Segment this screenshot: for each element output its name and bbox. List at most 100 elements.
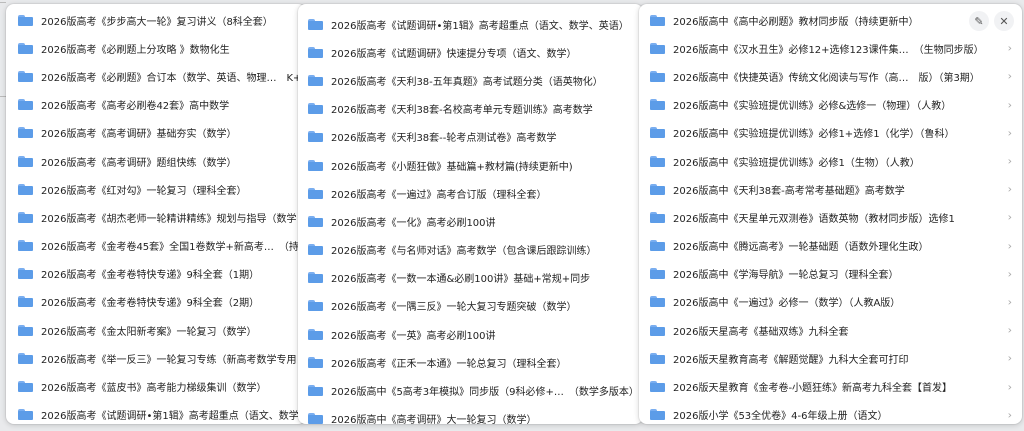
folder-icon [18, 296, 33, 308]
chevron-right-icon: › [1007, 154, 1012, 168]
pencil-icon: ✎ [974, 14, 984, 28]
folder-icon [18, 352, 33, 364]
folder-item[interactable]: 2026版高中《腾远高考》一轮基础题（语数外理化生政） › [639, 232, 1022, 260]
folder-item[interactable]: 2026版高考《高考必刷卷42套》高中数学 [6, 91, 306, 119]
folder-item[interactable]: 2026版高考《金太阳新考案》一轮复习（数学） [6, 316, 306, 344]
close-button[interactable]: ✕ [994, 11, 1014, 31]
folder-item-label: 2026版高中《天利38套-高考常考基础题》高考数学 [673, 185, 905, 197]
folder-item-label: 2026版高考《金考卷特快专递》9科全套（1期） [41, 270, 260, 282]
folder-item[interactable]: 2026版高中《快捷英语》传统文化阅读与写作（高… 版）（第3期） › [639, 62, 1022, 90]
folder-item[interactable]: 2026版高考《试题调研•第1辑》高考超重点（语文、数学、英语） [298, 10, 643, 38]
folder-item[interactable]: 2026版高考《步步高大一轮》复习讲义（8科全套） [6, 6, 306, 34]
folder-item[interactable]: 2026版高中《一遍过》必修一（数学）（人教A版） › [639, 288, 1022, 316]
folder-item[interactable]: 2026版高考《一隅三反》一轮大复习专题突破（数学） [298, 292, 643, 320]
folder-item[interactable]: 2026版高考《天利38套--轮考点测试卷》高考数学 [298, 123, 643, 151]
folder-icon [308, 131, 323, 143]
chevron-right-icon: › [1007, 126, 1012, 140]
folder-item[interactable]: 2026版高中《汉水丑生》必修12+选修123课件集… （生物同步版） › [639, 34, 1022, 62]
folder-item[interactable]: 2026版高考《正禾一本通》一轮总复习（理科全套） [298, 348, 643, 376]
folder-list: 2026版高考《步步高大一轮》复习讲义（8科全套） 2026版高考《必刷题上分攻略… [6, 6, 306, 424]
folder-item[interactable]: 2026版高考《必刷题》合订本（数学、英语、物理… K+ [6, 62, 306, 90]
folder-item[interactable]: 2026版高考《金考卷特快专递》9科全套（2期） [6, 288, 306, 316]
folder-icon [18, 183, 33, 195]
folder-item[interactable]: 2026版高考《红对勾》一轮复习（理科全套） [6, 175, 306, 203]
folder-icon [650, 324, 665, 336]
folder-item[interactable]: 2026版高中《高考调研》大一轮复习（数学） [298, 405, 643, 424]
folder-item-label: 2026版高考《必刷题上分攻略 》数物化生 [41, 44, 230, 56]
folder-icon [650, 268, 665, 280]
folder-item[interactable]: 2026版高考《金考卷45套》全国1卷数学+新高考… （持 [6, 232, 306, 260]
folder-item[interactable]: 2026版高考《天利38-五年真题》高考试题分类（语英物化） [298, 66, 643, 94]
folder-item[interactable]: 2026版高考《试题调研》快速提分专项（语文、数学） [298, 38, 643, 66]
folder-item-label: 2026版高考《高考调研》基础夯实（数学） [41, 129, 237, 141]
folder-item-label: 2026版高考《正禾一本通》一轮总复习（理科全套） [331, 358, 567, 370]
folder-item-label: 2026版高中《实验班提优训练》必修1（生物）（人教） [673, 157, 920, 169]
folder-item[interactable]: 2026版天星高考《基础双练》九科全套 › [639, 316, 1022, 344]
folder-item-label: 2026版高中《一遍过》必修一（数学）（人教A版） [673, 298, 901, 310]
folder-icon [308, 103, 323, 115]
folder-item[interactable]: 2026版高考《试题调研•第1辑》高考超重点（语文、数学 [6, 401, 306, 424]
folder-item-label: 2026版高考《必刷题》合订本（数学、英语、物理… K+ [41, 72, 302, 84]
folder-item[interactable]: 2026版高中《学海导航》一轮总复习（理科全套） › [639, 260, 1022, 288]
folder-item-label: 2026版高中《快捷英语》传统文化阅读与写作（高… 版）（第3期） [673, 72, 980, 84]
folder-item[interactable]: 2026版高中《实验班提优训练》必修1+选修1（化学）（鲁科） › [639, 119, 1022, 147]
chevron-right-icon: › [1007, 323, 1012, 337]
folder-icon [308, 18, 323, 30]
chevron-right-icon: › [1007, 239, 1012, 253]
folder-item[interactable]: 2026版天星教育《金考卷-小题狂练》新高考九科全套【首发】 › [639, 372, 1022, 400]
folder-icon [18, 240, 33, 252]
folder-item[interactable]: 2026版高考《与名师对话》高考数学（包含课后跟踪训练） [298, 236, 643, 264]
edit-button[interactable]: ✎ [969, 11, 989, 31]
folder-icon [18, 324, 33, 336]
folder-item-label: 2026版高考《与名师对话》高考数学（包含课后跟踪训练） [331, 246, 597, 258]
folder-icon [650, 155, 665, 167]
folder-item-label: 2026版高考《一遍过》高考合订版（理科全套） [331, 189, 547, 201]
folder-item[interactable]: 2026版高考《天利38套-名校高考单元专题训练》高考数学 [298, 95, 643, 123]
folder-item-label: 2026版高考《天利38套-名校高考单元专题训练》高考数学 [331, 105, 593, 117]
folder-item[interactable]: 2026版高考《高考调研》基础夯实（数学） [6, 119, 306, 147]
chevron-right-icon: › [1007, 295, 1012, 309]
folder-item[interactable]: 2026版高考《一英》高考必刷100讲 [298, 320, 643, 348]
folder-item-label: 2026版高考《胡杰老师一轮精讲精练》规划与指导（数学 [41, 213, 297, 225]
folder-item[interactable]: 2026版高考《蓝皮书》高考能力梯级集训（数学） [6, 372, 306, 400]
folder-item-label: 2026版高中《5高考3年模拟》同步版（9科必修+… （数学多版本） [331, 387, 639, 399]
folder-icon [308, 328, 323, 340]
folder-icon [18, 211, 33, 223]
folder-item-label: 2026版高考《试题调研•第1辑》高考超重点（语文、数学、英语） [331, 20, 629, 32]
chevron-right-icon: › [1007, 408, 1012, 422]
folder-item[interactable]: 2026版高中《高中必刷题》教材同步版（持续更新中） [639, 6, 1022, 34]
folder-item-label: 2026版高考《高考必刷卷42套》高中数学 [41, 101, 230, 113]
folder-item[interactable]: 2026版高考《一化》高考必刷100讲 [298, 207, 643, 235]
folder-item[interactable]: 2026版高中《天利38套-高考常考基础题》高考数学 › [639, 175, 1022, 203]
folder-item-label: 2026版高考《天利38套--轮考点测试卷》高考数学 [331, 133, 557, 145]
folder-item-label: 2026版高中《实验班提优训练》必修1+选修1（化学）（鲁科） [673, 129, 955, 141]
folder-icon [308, 413, 323, 424]
folder-item[interactable]: 2026版天星教育高考《解题觉醒》九科大全套可打印 › [639, 344, 1022, 372]
folder-item[interactable]: 2026版高考《必刷题上分攻略 》数物化生 [6, 34, 306, 62]
folder-icon [650, 14, 665, 26]
folder-item-label: 2026版高考《蓝皮书》高考能力梯级集训（数学） [41, 383, 267, 395]
folder-item[interactable]: 2026版高考《胡杰老师一轮精讲精练》规划与指导（数学 [6, 203, 306, 231]
folder-item[interactable]: 2026版高考《高考调研》题组快练（数学） [6, 147, 306, 175]
folder-item[interactable]: 2026版高中《5高考3年模拟》同步版（9科必修+… （数学多版本） [298, 376, 643, 404]
folder-item[interactable]: 2026版高考《金考卷特快专递》9科全套（1期） [6, 260, 306, 288]
folder-item-label: 2026版高考《一数一本通&必刷100讲》基础+常规+同步 [331, 274, 591, 286]
folder-item[interactable]: 2026版高考《一遍过》高考合订版（理科全套） [298, 179, 643, 207]
folder-item[interactable]: 2026版高中《天星单元双测卷》语数英物（教材同步版）选修1 › [639, 203, 1022, 231]
folder-item[interactable]: 2026版高考《小题狂做》基础篇+教材篇(持续更新中) [298, 151, 643, 179]
folder-icon [18, 42, 33, 54]
folder-item-label: 2026版天星高考《基础双练》九科全套 [673, 326, 849, 338]
folder-icon [308, 244, 323, 256]
folder-item-label: 2026版高考《红对勾》一轮复习（理科全套） [41, 185, 247, 197]
folder-item-label: 2026版高中《学海导航》一轮总复习（理科全套） [673, 270, 899, 282]
folder-item[interactable]: 2026版高中《实验班提优训练》必修1（生物）（人教） › [639, 147, 1022, 175]
folder-icon [18, 14, 33, 26]
folder-item-label: 2026版高考《一隅三反》一轮大复习专题突破（数学） [331, 302, 577, 314]
folder-item[interactable]: 2026版高考《一数一本通&必刷100讲》基础+常规+同步 [298, 264, 643, 292]
folder-icon [18, 99, 33, 111]
folder-item[interactable]: 2026版高中《实验班提优训练》必修&选修一（物理）（人教） › [639, 91, 1022, 119]
folder-icon [650, 211, 665, 223]
folder-item[interactable]: 2026版小学《53全优卷》4-6年级上册（语文） › [639, 401, 1022, 424]
folder-icon [308, 74, 323, 86]
folder-item[interactable]: 2026版高考《举一反三》一轮复习专练（新高考数学专用 [6, 344, 306, 372]
